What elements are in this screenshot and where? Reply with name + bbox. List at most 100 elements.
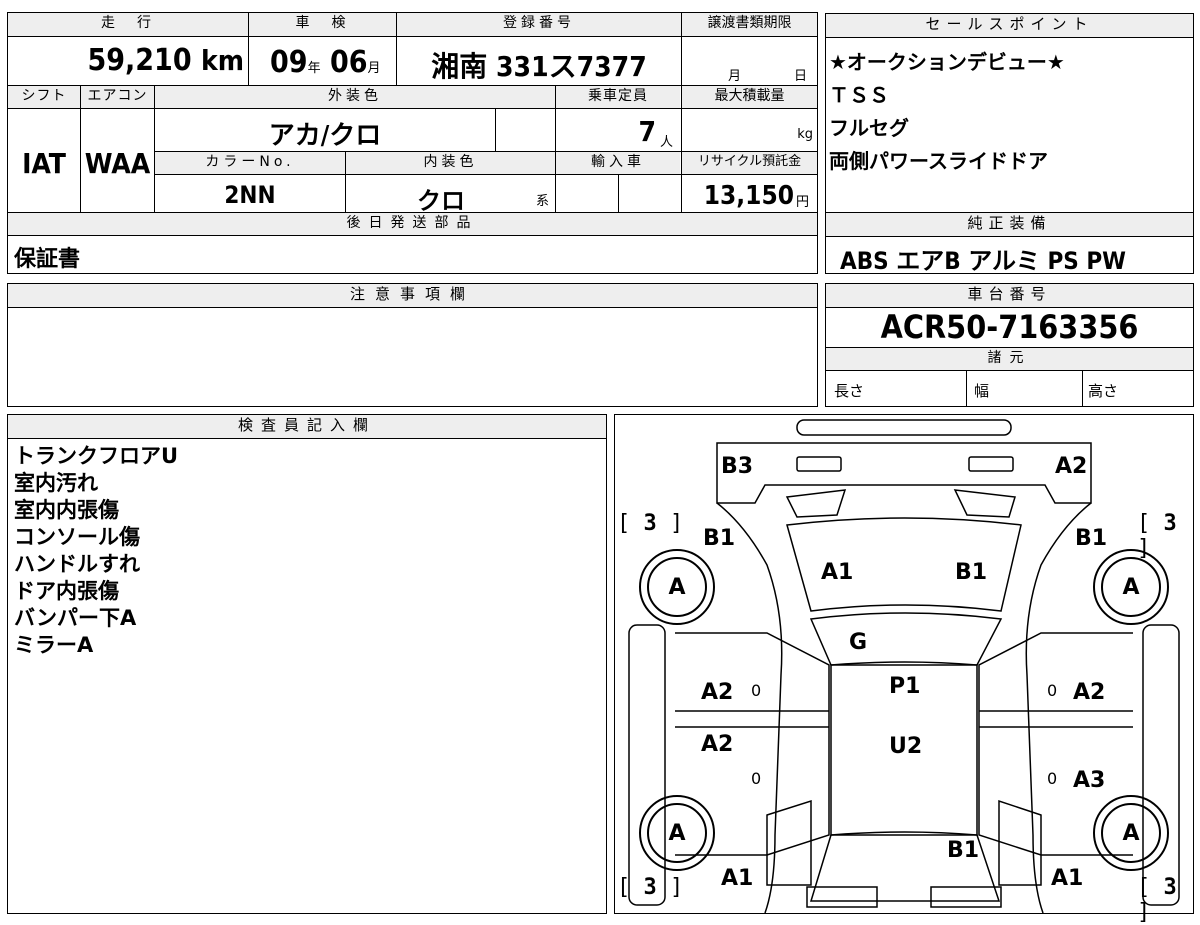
tire-rear-left: A bbox=[639, 549, 715, 625]
damage-rear-glass-right: B1 bbox=[955, 560, 988, 585]
aircon-value: WAA bbox=[84, 147, 151, 180]
capacity-value: 7 bbox=[638, 115, 656, 148]
tire-front-right: A bbox=[1093, 795, 1169, 871]
registration-label: 登録番号 bbox=[397, 13, 681, 36]
inspection-year: 09 bbox=[270, 45, 308, 80]
chassis-title: 車台番号 bbox=[826, 284, 1193, 308]
interior-value: クロ bbox=[417, 187, 465, 215]
inspector-panel: 検査員記入欄 トランクフロアU 室内汚れ 室内内張傷 コンソール傷 ハンドルすれ… bbox=[7, 414, 607, 914]
later-parts-label: 後日発送部品 bbox=[8, 213, 817, 235]
inspector-line: コンソール傷 bbox=[14, 525, 140, 549]
mileage-value: 59,210 bbox=[87, 43, 192, 78]
damage-roof-p: P1 bbox=[889, 674, 921, 699]
recycle-value: 13,150 bbox=[703, 181, 794, 211]
chassis-panel: 車台番号 ACR50-7163356 諸元 長さ 幅 高さ bbox=[825, 283, 1194, 407]
inspection-month-unit: 月 bbox=[367, 61, 381, 76]
notes-title: 注意事項欄 bbox=[8, 284, 817, 308]
bracket-open: [ bbox=[1137, 511, 1151, 536]
inspection-label: 車 検 bbox=[249, 13, 396, 36]
inspection-month: 06 bbox=[329, 45, 368, 80]
bracket-open: [ bbox=[617, 511, 631, 536]
color-no-value: 2NN bbox=[224, 181, 276, 209]
tread-value: 3 bbox=[643, 511, 657, 536]
inspector-title: 検査員記入欄 bbox=[8, 415, 606, 439]
inspector-line: ミラーA bbox=[14, 633, 94, 657]
inspector-list: トランクフロアU 室内汚れ 室内内張傷 コンソール傷 ハンドルすれ ドア内張傷 … bbox=[14, 443, 178, 659]
height-label: 高さ bbox=[1088, 382, 1119, 400]
inspector-line: トランクフロアU bbox=[14, 444, 179, 468]
bracket-open: [ bbox=[617, 875, 631, 900]
door-zero: 0 bbox=[751, 681, 762, 700]
tread-front-left: [ 3 ] bbox=[617, 875, 683, 900]
interior-unit: 系 bbox=[536, 194, 550, 209]
maxload-label: 最大積載量 bbox=[682, 86, 817, 108]
tire-front-right-grade: A bbox=[1101, 803, 1161, 863]
sales-points-panel: セールスポイント ★オークションデビュー★ ＴＳＳ フルセグ 両側パワースライド… bbox=[825, 13, 1194, 213]
capacity-unit: 人 bbox=[660, 135, 674, 150]
aircon-label: エアコン bbox=[81, 86, 154, 108]
recycle-unit: 円 bbox=[796, 195, 810, 210]
damage-front-right: A1 bbox=[1051, 866, 1084, 891]
bracket-close: ] bbox=[670, 875, 684, 900]
import-label: 輸入車 bbox=[556, 152, 680, 174]
tread-rear-left: [ 3 ] bbox=[617, 511, 683, 536]
bracket-close: ] bbox=[1137, 900, 1151, 925]
damage-door-front-left: A2 bbox=[701, 732, 734, 757]
sales-points-title: セールスポイント bbox=[826, 14, 1193, 38]
damage-door-rear-left: A2 bbox=[701, 680, 734, 705]
notes-panel: 注意事項欄 bbox=[7, 283, 818, 407]
inspection-value-row: 09年 06月 bbox=[270, 45, 381, 80]
transfer-day-unit: 日 bbox=[794, 69, 808, 84]
exterior-label: 外装色 bbox=[155, 86, 555, 108]
interior-label: 内装色 bbox=[346, 152, 555, 174]
inspector-line: ハンドルすれ bbox=[14, 552, 140, 576]
inspector-line: 室内汚れ bbox=[14, 471, 98, 495]
inspector-line: バンパー下A bbox=[14, 606, 137, 630]
tread-value: 3 bbox=[1163, 875, 1177, 900]
tire-front-left-grade: A bbox=[647, 803, 707, 863]
length-label: 長さ bbox=[834, 382, 865, 400]
sales-point-item: フルセグ bbox=[829, 116, 909, 140]
chassis-number: ACR50-7163356 bbox=[880, 308, 1139, 346]
damage-hood: B1 bbox=[947, 838, 980, 863]
damage-front-left: A1 bbox=[721, 866, 754, 891]
damage-door-rear-right: A2 bbox=[1073, 680, 1106, 705]
shift-value: IAT bbox=[22, 147, 66, 180]
sales-point-item: 両側パワースライドドア bbox=[829, 149, 1048, 173]
mileage-unit: km bbox=[201, 44, 244, 77]
damage-rear-quarter-right: B1 bbox=[1075, 526, 1108, 551]
tire-rear-left-grade: A bbox=[647, 557, 707, 617]
specs-title: 諸元 bbox=[826, 348, 1193, 370]
later-parts-value: 保証書 bbox=[14, 247, 81, 272]
exterior-value: アカ/クロ bbox=[268, 121, 382, 151]
tread-value: 3 bbox=[643, 875, 657, 900]
inspector-line: 室内内張傷 bbox=[14, 498, 119, 522]
inspection-year-unit: 年 bbox=[307, 61, 321, 76]
damage-roof-front: G bbox=[849, 630, 868, 655]
damage-rear-left: B3 bbox=[721, 454, 754, 479]
tread-rear-right: [ 3 ] bbox=[1137, 511, 1193, 561]
equipment-panel: 純正装備 ABS エアB アルミ PS PW bbox=[825, 212, 1194, 275]
maxload-unit: kg bbox=[797, 127, 813, 142]
bracket-open: [ bbox=[1137, 875, 1151, 900]
equipment-value: ABS エアB アルミ PS PW bbox=[840, 247, 1126, 275]
sales-points-list: ★オークションデビュー★ ＴＳＳ フルセグ 両側パワースライドドア bbox=[829, 46, 1065, 178]
mileage-label: 走 行 bbox=[8, 13, 248, 36]
tread-front-right: [ 3 ] bbox=[1137, 875, 1193, 925]
recycle-label: リサイクル預託金 bbox=[682, 152, 817, 174]
color-no-label: カラーNo. bbox=[155, 152, 345, 174]
equipment-title: 純正装備 bbox=[826, 213, 1193, 237]
transfer-month-unit: 月 bbox=[728, 69, 742, 84]
damage-rear-quarter-left: B1 bbox=[703, 526, 736, 551]
damage-roof-u: U2 bbox=[889, 734, 923, 759]
bracket-close: ] bbox=[670, 511, 684, 536]
door-zero: 0 bbox=[1047, 769, 1058, 788]
width-label: 幅 bbox=[974, 382, 990, 400]
tread-value: 3 bbox=[1163, 511, 1177, 536]
sales-point-item: ＴＳＳ bbox=[829, 83, 889, 107]
door-zero: 0 bbox=[1047, 681, 1058, 700]
door-zero: 0 bbox=[751, 769, 762, 788]
damage-rear-right: A2 bbox=[1055, 454, 1088, 479]
tire-rear-right-grade: A bbox=[1101, 557, 1161, 617]
tire-front-left: A bbox=[639, 795, 715, 871]
